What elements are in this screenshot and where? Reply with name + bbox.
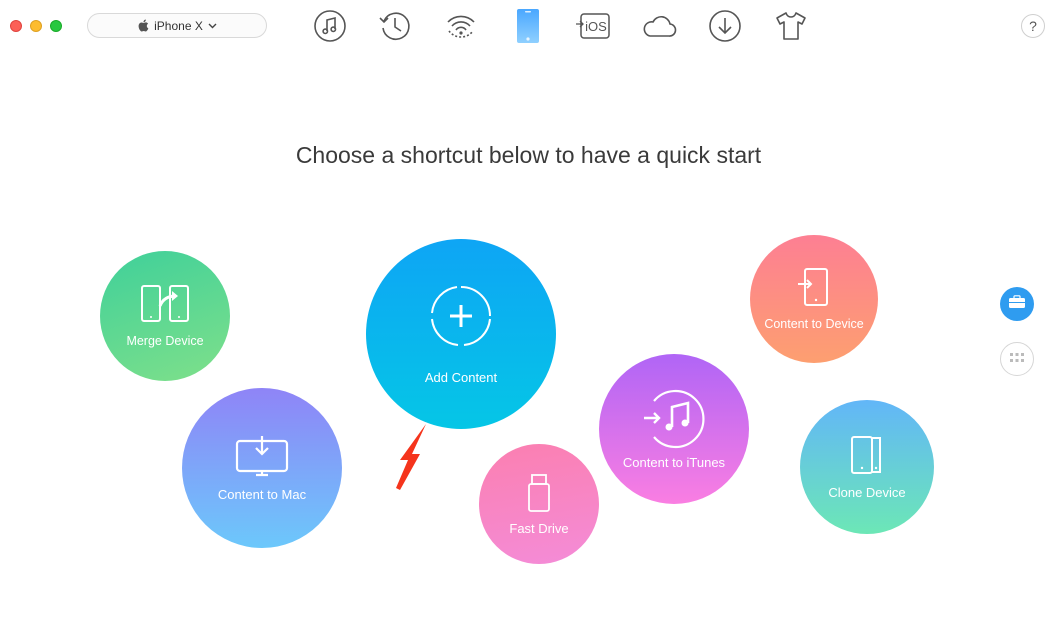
content-to-device-button[interactable]: Content to Device xyxy=(750,235,878,363)
content-to-mac-label: Content to Mac xyxy=(217,486,307,502)
merge-device-label: Merge Device xyxy=(126,334,204,348)
music-icon[interactable] xyxy=(312,8,348,44)
add-content-label: Add Content xyxy=(424,369,498,385)
page-title: Choose a shortcut below to have a quick … xyxy=(295,142,762,168)
device-selector[interactable]: iPhone X xyxy=(87,13,267,38)
fast-drive-button[interactable]: Fast Drive xyxy=(479,444,599,564)
to-ios-label: iOS xyxy=(585,19,607,34)
usb-drive-icon xyxy=(527,473,551,513)
annotation-arrow xyxy=(386,418,432,499)
apple-icon xyxy=(137,19,149,32)
fast-drive-label: Fast Drive xyxy=(509,520,569,536)
content-to-mac-button[interactable]: Content to Mac xyxy=(182,388,342,548)
content-to-itunes-button[interactable]: Content to iTunes xyxy=(599,354,749,504)
clone-device-icon xyxy=(849,435,885,475)
tshirt-icon[interactable] xyxy=(773,8,809,44)
to-ios-icon[interactable]: iOS xyxy=(575,8,611,44)
merge-device-icon xyxy=(140,284,190,324)
window-minimize-button[interactable] xyxy=(30,20,42,32)
chevron-down-icon xyxy=(208,23,217,29)
history-icon[interactable] xyxy=(377,8,413,44)
add-content-button[interactable]: Add Content xyxy=(366,239,556,429)
window-maximize-button[interactable] xyxy=(50,20,62,32)
download-icon[interactable] xyxy=(707,8,743,44)
title-bar: iPhone X iOS ? xyxy=(0,0,1057,54)
grid-button[interactable] xyxy=(1000,342,1034,376)
monitor-icon xyxy=(235,435,289,479)
clone-device-button[interactable]: Clone Device xyxy=(800,400,934,534)
device-name: iPhone X xyxy=(154,18,203,33)
itunes-icon xyxy=(642,389,706,449)
phone-import-icon xyxy=(797,267,831,307)
wifi-icon[interactable] xyxy=(443,8,479,44)
content-to-itunes-label: Content to iTunes xyxy=(622,454,726,470)
phone-icon[interactable] xyxy=(510,8,546,44)
grid-icon xyxy=(1010,350,1024,368)
merge-device-button[interactable]: Merge Device xyxy=(100,251,230,381)
add-icon xyxy=(429,284,493,348)
help-button[interactable]: ? xyxy=(1021,14,1045,38)
clone-device-label: Clone Device xyxy=(828,484,906,500)
content-to-device-label: Content to Device xyxy=(764,317,864,331)
toolbox-button[interactable] xyxy=(1000,287,1034,321)
cloud-icon[interactable] xyxy=(641,8,677,44)
window-close-button[interactable] xyxy=(10,20,22,32)
toolbox-icon xyxy=(1008,294,1026,314)
